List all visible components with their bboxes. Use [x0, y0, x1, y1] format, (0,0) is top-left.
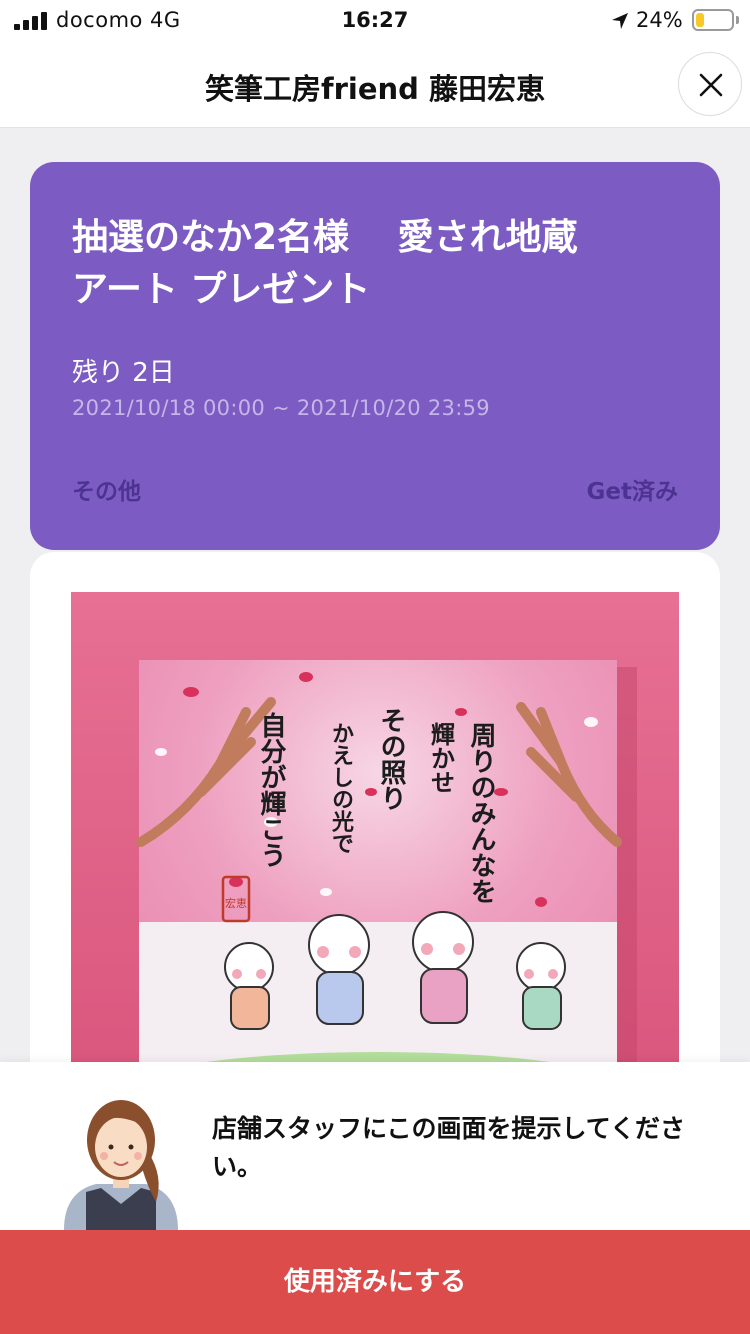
staff-avatar	[64, 1100, 178, 1230]
battery-level-fill	[696, 13, 704, 27]
calligraphy-line: 周りのみんなを	[466, 722, 496, 904]
battery-tip	[736, 16, 739, 24]
coupon-card: 抽選のなか2名様 愛され地蔵 アート プレゼント 残り 2日 2021/10/1…	[30, 162, 720, 550]
battery-percent: 24%	[636, 8, 683, 32]
coupon-category: その他	[72, 479, 141, 505]
jizo-artwork-image: 周りのみんなを 輝かせ その照り かえしの光で 自分が輝こう 宏恵	[71, 592, 679, 1112]
coupon-title: 抽選のなか2名様 愛され地蔵 アート プレゼント	[72, 217, 578, 310]
calligraphy-line: 自分が輝こう	[256, 711, 286, 868]
mark-used-button[interactable]: 使用済みにする	[0, 1230, 750, 1334]
remaining-days: 残り 2日	[72, 358, 175, 388]
close-icon	[699, 73, 723, 97]
calligraphy-line: かえしの光で	[328, 722, 355, 854]
staff-notice-text: 店舗スタッフにこの画面を提示してください。	[212, 1114, 686, 1181]
battery-icon	[692, 9, 734, 31]
page-title: 笑筆工房friend 藤田宏恵	[204, 72, 546, 106]
coupon-status: Get済み	[586, 479, 678, 505]
header-bar: 笑筆工房friend 藤田宏恵	[0, 44, 750, 128]
calligraphy-line: 輝かせ	[427, 722, 456, 794]
artist-seal: 宏恵	[225, 896, 247, 910]
coupon-image-card: 周りのみんなを 輝かせ その照り かえしの光で 自分が輝こう 宏恵	[30, 552, 720, 1112]
calligraphy-line: その照り	[376, 707, 406, 811]
close-button[interactable]	[678, 52, 742, 116]
location-arrow-icon	[612, 13, 628, 29]
staff-notice-panel: 店舗スタッフにこの画面を提示してください。	[0, 1062, 750, 1230]
status-bar: docomo 4G 16:27 24%	[0, 0, 750, 44]
valid-period: 2021/10/18 00:00 ~ 2021/10/20 23:59	[72, 396, 490, 420]
